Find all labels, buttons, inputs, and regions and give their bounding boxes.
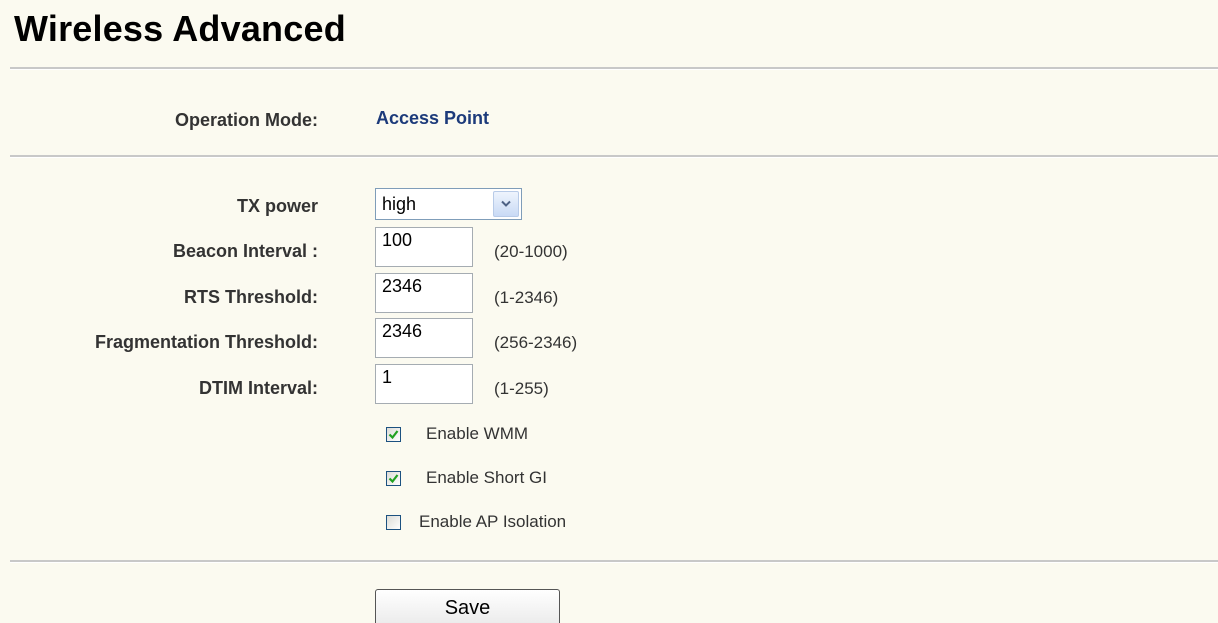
beacon-interval-label: Beacon Interval : (172, 241, 318, 261)
enable-short-gi-label: Enable Short GI (426, 468, 547, 487)
fragmentation-threshold-label: Fragmentation Threshold: (94, 332, 318, 352)
beacon-interval-range: (20-1000) (494, 242, 568, 261)
chevron-down-icon (501, 200, 511, 207)
save-button[interactable]: Save (375, 589, 560, 623)
enable-ap-isolation-label: Enable AP Isolation (419, 512, 567, 531)
operation-mode-value: Access Point (376, 108, 490, 128)
enable-ap-isolation-checkbox[interactable] (386, 515, 401, 530)
page-title: Wireless Advanced (14, 8, 346, 49)
rts-threshold-range: (1-2346) (494, 288, 559, 307)
beacon-interval-input[interactable] (375, 227, 473, 267)
section-divider (10, 155, 1218, 158)
header-divider (10, 67, 1218, 70)
dtim-interval-label: DTIM Interval: (198, 378, 318, 398)
footer-divider (10, 560, 1218, 563)
dtim-interval-input[interactable] (375, 364, 473, 404)
fragmentation-threshold-input[interactable] (375, 318, 473, 358)
enable-wmm-checkbox[interactable] (386, 427, 401, 442)
rts-threshold-input[interactable] (375, 273, 473, 313)
enable-wmm-label: Enable WMM (426, 424, 529, 443)
dtim-interval-range: (1-255) (494, 379, 549, 398)
fragmentation-threshold-range: (256-2346) (494, 333, 578, 352)
tx-power-label: TX power (236, 196, 318, 216)
rts-threshold-label: RTS Threshold: (184, 287, 318, 307)
checkmark-icon (388, 474, 399, 484)
tx-power-select[interactable]: high (375, 188, 522, 220)
checkmark-icon (388, 430, 399, 440)
enable-short-gi-checkbox[interactable] (386, 471, 401, 486)
dropdown-button[interactable] (493, 191, 519, 217)
tx-power-selected-value: high (382, 194, 417, 214)
operation-mode-label: Operation Mode: (175, 110, 318, 130)
